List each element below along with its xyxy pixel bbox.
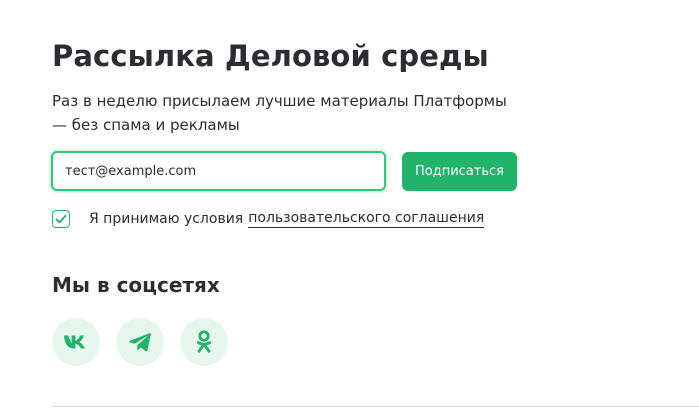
agreement-row: Я принимаю условия пользовательского сог… [52, 208, 485, 230]
social-heading: Мы в соцсетях [52, 273, 220, 297]
odnoklassniki-button[interactable] [180, 318, 228, 366]
checkmark-icon [55, 214, 67, 224]
social-links [52, 318, 244, 366]
telegram-button[interactable] [116, 318, 164, 366]
agreement-text: Я принимаю условия [89, 211, 244, 227]
telegram-icon [128, 333, 151, 352]
user-agreement-link[interactable]: пользовательского соглашения [248, 210, 485, 228]
newsletter-description: Раз в неделю присылаем лучшие материалы … [52, 92, 507, 134]
vk-button[interactable] [52, 318, 100, 366]
subscribe-button[interactable]: Подписаться [402, 152, 517, 191]
agreement-checkbox[interactable] [52, 210, 70, 228]
newsletter-page: Рассылка Деловой среды Раз в неделю прис… [0, 0, 699, 409]
email-field[interactable] [51, 151, 386, 191]
newsletter-title: Рассылка Деловой среды [52, 39, 489, 73]
divider [52, 406, 699, 407]
vk-icon [64, 335, 85, 349]
odnoklassniki-icon [196, 330, 212, 353]
